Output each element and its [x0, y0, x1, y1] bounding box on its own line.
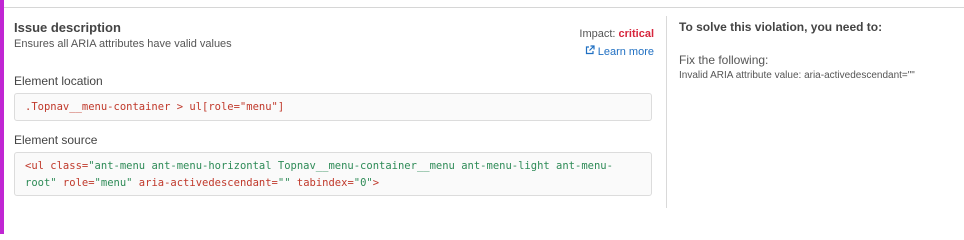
- source-line-1: <ul class="ant-menu ant-menu-horizontal …: [25, 158, 641, 175]
- source-token: "menu": [94, 177, 133, 189]
- fix-detail: Invalid ARIA attribute value: aria-activ…: [679, 70, 915, 81]
- location-selector: .Topnav__menu-container > ul[role="menu"…: [25, 101, 285, 113]
- issue-panel: Issue description Ensures all ARIA attri…: [14, 20, 654, 196]
- element-location-label: Element location: [14, 74, 103, 88]
- learn-more-label: Learn more: [597, 45, 654, 58]
- source-token: class=: [43, 160, 89, 172]
- issue-title: Issue description: [14, 20, 121, 35]
- source-token: role=: [56, 177, 95, 189]
- panel-divider: [666, 16, 667, 208]
- impact-value: critical: [618, 28, 654, 40]
- source-token: "ant-menu ant-menu-horizontal Topnav__me…: [88, 160, 613, 172]
- solution-title: To solve this violation, you need to:: [679, 20, 883, 34]
- top-divider: [4, 7, 964, 8]
- source-token: tabindex=: [290, 177, 354, 189]
- source-token: >: [372, 177, 380, 189]
- element-source-code: <ul class="ant-menu ant-menu-horizontal …: [14, 152, 652, 196]
- source-line-2: root" role="menu" aria-activedescendant=…: [25, 175, 641, 192]
- external-link-icon: [585, 45, 595, 59]
- source-token: aria-activedescendant=: [132, 177, 278, 189]
- element-source-label: Element source: [14, 133, 98, 147]
- impact-label: Impact:: [579, 28, 616, 40]
- learn-more-link[interactable]: Learn more: [585, 45, 654, 59]
- solution-panel: To solve this violation, you need to: Fi…: [679, 20, 959, 82]
- source-token: "": [277, 177, 291, 189]
- impact-indicator: Impact: critical: [579, 28, 654, 41]
- issue-subtitle: Ensures all ARIA attributes have valid v…: [14, 38, 232, 50]
- accent-bar: [0, 0, 4, 234]
- source-token: "0": [353, 177, 373, 189]
- element-location-code: .Topnav__menu-container > ul[role="menu"…: [14, 93, 652, 121]
- source-token: <ul: [25, 160, 44, 172]
- fix-heading: Fix the following:: [679, 53, 769, 67]
- source-token: root": [25, 177, 57, 189]
